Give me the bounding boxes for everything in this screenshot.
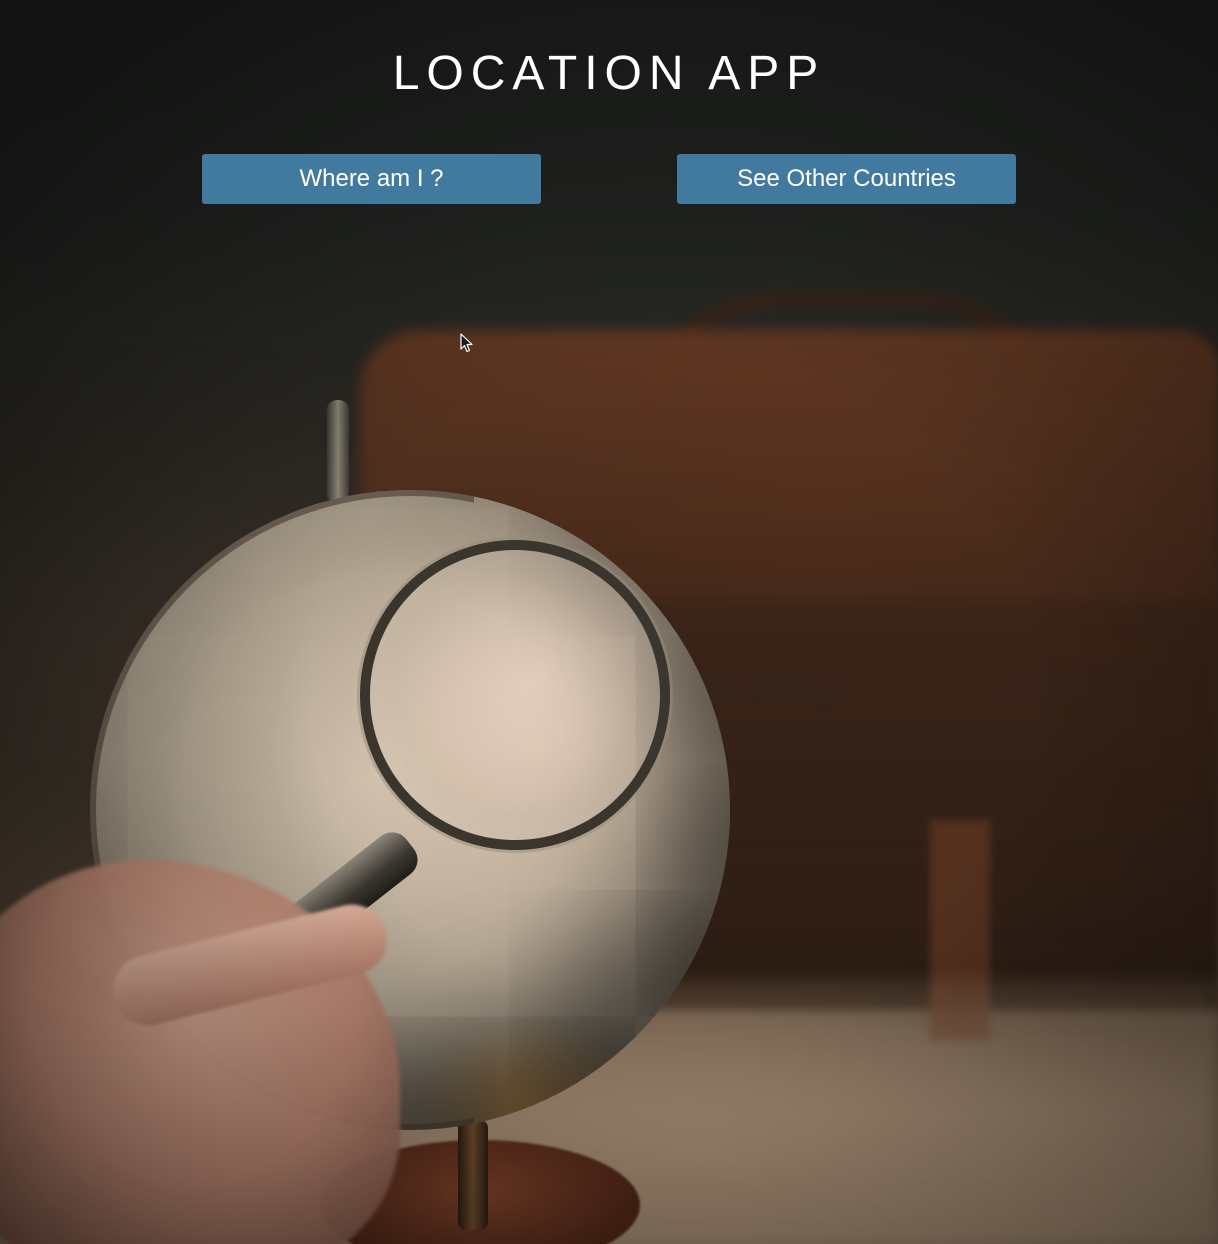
where-am-i-button[interactable]: Where am I ? — [202, 154, 541, 204]
app-page: Germany LOCATION APP Where am I ? See Ot… — [0, 0, 1218, 1244]
mouse-pointer-icon — [460, 333, 473, 353]
see-other-countries-button[interactable]: See Other Countries — [677, 154, 1016, 204]
magnifying-glass — [360, 540, 670, 850]
faint-country-label: Germany — [714, 676, 837, 707]
globe-finial — [327, 400, 349, 500]
page-title: LOCATION APP — [392, 47, 826, 100]
globe-post — [458, 1120, 488, 1230]
